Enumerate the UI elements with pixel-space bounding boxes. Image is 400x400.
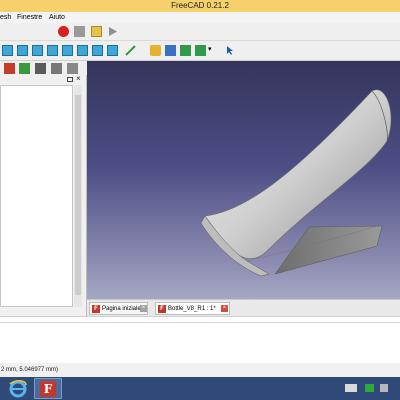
statusbar: 2 mm, 5.046977 mm) <box>0 363 400 377</box>
freecad-icon: F <box>40 381 56 397</box>
tab-label: Bottle_V8_R1 : 1* <box>168 306 216 312</box>
model-tree[interactable] <box>0 85 73 307</box>
window-title: FreeCAD 0.21.2 <box>0 0 400 12</box>
freecad-icon: F <box>92 305 100 313</box>
menu-mesh[interactable]: esh <box>0 12 11 23</box>
sketch-constraint-icon[interactable] <box>35 63 46 74</box>
close-icon[interactable]: × <box>221 305 228 312</box>
keyboard-icon[interactable] <box>345 384 357 392</box>
close-icon[interactable]: × <box>140 305 147 312</box>
link-actions-icon[interactable] <box>195 45 206 56</box>
windows-taskbar: F <box>0 377 400 400</box>
tree-scrollbar[interactable] <box>74 85 82 307</box>
view-left-icon[interactable] <box>107 45 118 56</box>
combo-view-panel: × <box>0 61 400 316</box>
close-icon[interactable]: × <box>76 74 81 83</box>
splitter[interactable] <box>0 322 400 323</box>
bottle-model-shape <box>200 89 392 277</box>
whats-this-icon[interactable] <box>225 45 236 56</box>
panel-header <box>0 76 86 83</box>
nvidia-icon[interactable] <box>365 384 374 392</box>
chevron-down-icon[interactable]: ▾ <box>208 45 219 56</box>
toolbar-top: ▾ <box>0 23 400 61</box>
view-fit-all-icon[interactable] <box>2 45 13 56</box>
tab-bottle-v8-r1[interactable]: F Bottle_V8_R1 : 1* × <box>155 302 230 315</box>
freecad-taskbar-button[interactable]: F <box>34 378 62 399</box>
toolbar-views: ▾ <box>0 41 400 61</box>
group-icon[interactable] <box>165 45 176 56</box>
view-right-icon[interactable] <box>62 45 73 56</box>
close-sketch-icon[interactable] <box>4 63 15 74</box>
scrollbar-thumb[interactable] <box>75 95 81 295</box>
execute-macro-icon[interactable] <box>107 26 118 37</box>
part-icon[interactable] <box>150 45 161 56</box>
stop-macro-icon[interactable] <box>74 26 85 37</box>
menu-aiuto[interactable]: Aiuto <box>49 12 65 23</box>
freecad-icon: F <box>158 305 166 313</box>
internet-explorer-icon[interactable] <box>8 379 28 398</box>
view-bottom-icon[interactable] <box>92 45 103 56</box>
report-view <box>0 316 400 363</box>
view-top-icon[interactable] <box>47 45 58 56</box>
float-panel-icon[interactable] <box>67 77 73 82</box>
tray-icon[interactable] <box>380 384 388 392</box>
document-tabs: F Pagina iniziale × F Bottle_V8_R1 : 1* … <box>87 299 400 316</box>
view-front-icon[interactable] <box>32 45 43 56</box>
macro-edit-icon[interactable] <box>91 26 102 37</box>
tab-pagina-iniziale[interactable]: F Pagina iniziale × <box>89 302 148 315</box>
view-rear-icon[interactable] <box>77 45 88 56</box>
menubar: esh Finestre Aiuto <box>0 12 400 23</box>
view-isometric-icon[interactable] <box>17 45 28 56</box>
tab-label: Pagina iniziale <box>102 306 141 312</box>
sketch-validate-icon[interactable] <box>51 63 62 74</box>
menu-finestre[interactable]: Finestre <box>17 12 42 23</box>
link-icon[interactable] <box>180 45 191 56</box>
measure-icon[interactable] <box>125 45 136 56</box>
record-macro-icon[interactable] <box>58 26 69 37</box>
sketch-attach-icon[interactable] <box>19 63 30 74</box>
sketch-geometry-icon[interactable] <box>67 63 78 74</box>
3d-viewport[interactable] <box>87 61 400 299</box>
